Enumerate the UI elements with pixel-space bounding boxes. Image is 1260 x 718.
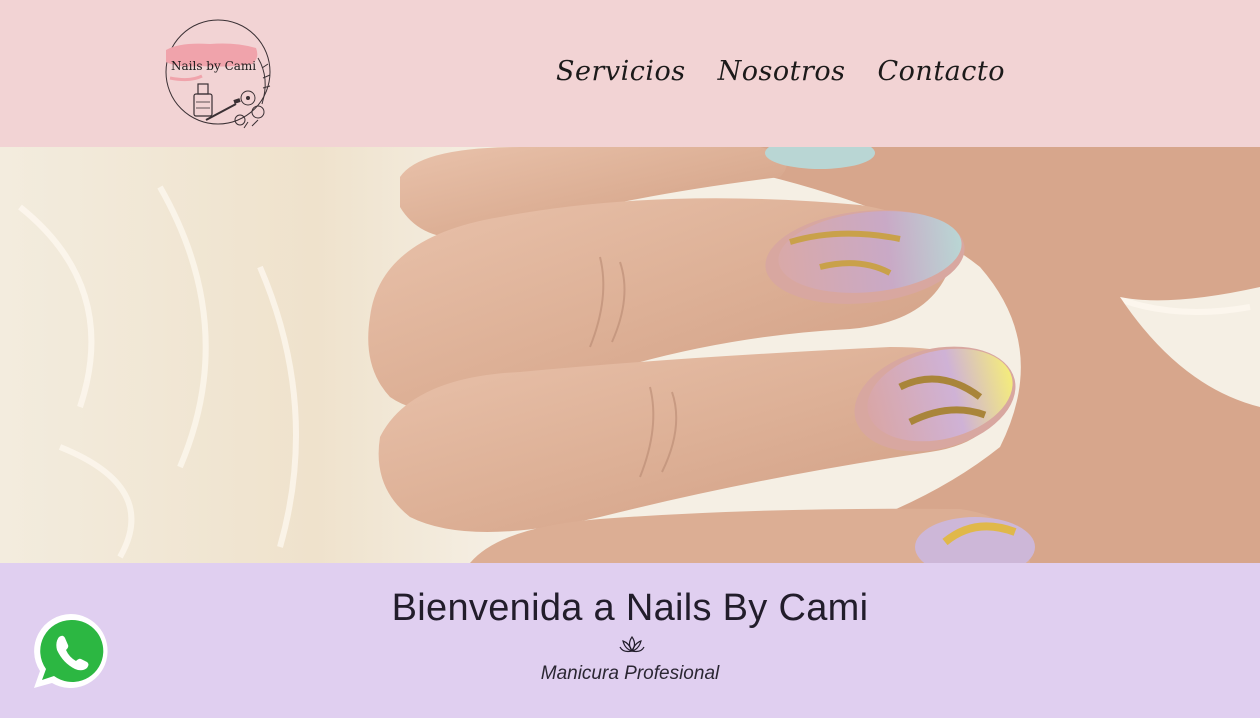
logo-image: Nails by Cami (165, 19, 271, 129)
main-nav: Servicios Nosotros Contacto (556, 56, 1005, 87)
nav-contacto[interactable]: Contacto (878, 56, 1005, 87)
welcome-subtitle: Manicura Profesional (540, 663, 720, 684)
lotus-icon (619, 635, 645, 653)
hero-banner (0, 147, 1260, 563)
nav-servicios[interactable]: Servicios (556, 56, 686, 87)
whatsapp-button[interactable] (30, 610, 112, 692)
hero-image (0, 147, 1260, 563)
logo-link[interactable]: Nails by Cami (140, 8, 288, 140)
whatsapp-icon (34, 614, 108, 688)
welcome-title: Bienvenida a Nails By Cami (391, 587, 869, 629)
site-header: Nails by Cami Servicios Nosotros Contact… (0, 0, 1260, 147)
logo-text: Nails by Cami (171, 59, 256, 73)
nav-nosotros[interactable]: Nosotros (718, 56, 846, 87)
welcome-section: Bienvenida a Nails By Cami Manicura Prof… (0, 563, 1260, 718)
